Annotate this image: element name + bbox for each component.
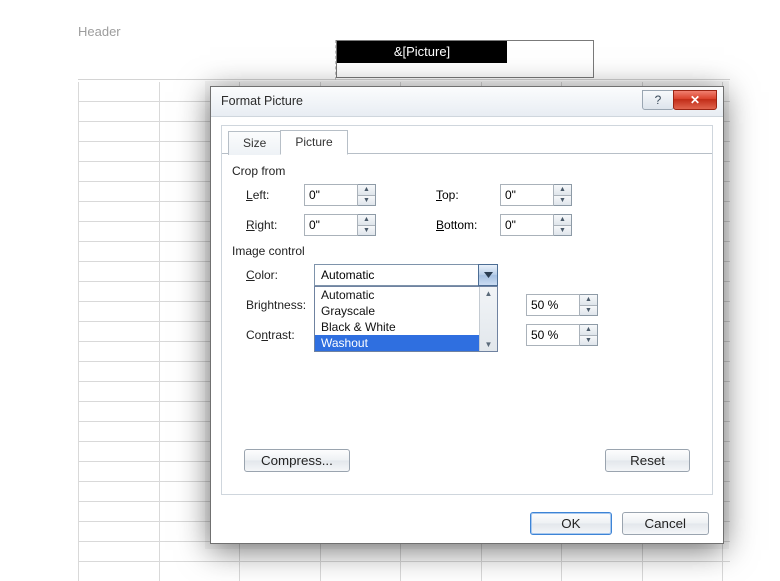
image-control-section: Image control (232, 244, 702, 258)
dialog-footer: OK Cancel (211, 503, 723, 543)
crop-left-input[interactable] (304, 184, 358, 206)
cancel-button-label: Cancel (639, 516, 693, 531)
contrast-label: Contrast: (232, 328, 314, 342)
dialog-titlebar[interactable]: Format Picture ? ✕ (211, 87, 723, 117)
crop-bottom-steppers[interactable]: ▲▼ (554, 214, 572, 236)
tab-strip: Size Picture (228, 130, 347, 154)
color-option-automatic[interactable]: Automatic (315, 287, 497, 303)
crop-top-label: Top: (436, 188, 500, 202)
brightness-steppers[interactable]: ▲▼ (580, 294, 598, 316)
crop-right-label: Right: (232, 218, 304, 232)
help-icon: ? (655, 93, 662, 107)
crop-bottom-input[interactable] (500, 214, 554, 236)
brightness-spinner[interactable]: ▲▼ (526, 294, 598, 316)
dialog-client-area: Size Picture Crop from Left: ▲▼ Top: ▲▼ (221, 125, 713, 495)
brightness-label: Brightness: (232, 298, 314, 312)
header-cell-center[interactable]: &[Picture] (336, 40, 594, 78)
tab-size-label: Size (243, 136, 266, 150)
chevron-up-icon[interactable]: ▲ (554, 215, 571, 225)
color-option-washout[interactable]: Washout (315, 335, 497, 351)
chevron-up-icon: ▲ (485, 289, 493, 298)
chevron-up-icon[interactable]: ▲ (580, 325, 597, 335)
crop-left-label: Left: (232, 188, 304, 202)
format-picture-dialog: Format Picture ? ✕ Size Picture Crop fro… (210, 86, 724, 544)
close-button[interactable]: ✕ (673, 90, 717, 110)
color-combobox[interactable]: Automatic Grayscale Black & White Washou… (314, 264, 498, 286)
crop-bottom-label: Bottom: (436, 218, 500, 232)
tab-size[interactable]: Size (228, 131, 281, 155)
compress-button-label: Compress... (261, 453, 333, 468)
ok-button[interactable]: OK (530, 512, 611, 535)
chevron-up-icon[interactable]: ▲ (580, 295, 597, 305)
close-icon: ✕ (690, 93, 700, 107)
crop-top-input[interactable] (500, 184, 554, 206)
header-cell-left[interactable] (78, 40, 336, 80)
crop-top-steppers[interactable]: ▲▼ (554, 184, 572, 206)
help-button[interactable]: ? (642, 90, 674, 110)
crop-left-spinner[interactable]: ▲▼ (304, 184, 376, 206)
color-option-grayscale[interactable]: Grayscale (315, 303, 497, 319)
contrast-input[interactable] (526, 324, 580, 346)
crop-right-input[interactable] (304, 214, 358, 236)
color-combobox-input[interactable] (314, 264, 478, 286)
header-band: &[Picture] (78, 40, 730, 80)
chevron-up-icon[interactable]: ▲ (358, 215, 375, 225)
tab-picture[interactable]: Picture (280, 130, 347, 155)
color-combobox-button[interactable] (478, 264, 498, 286)
chevron-down-icon[interactable]: ▼ (358, 195, 375, 206)
reset-button-label: Reset (622, 453, 673, 468)
chevron-down-icon (484, 272, 493, 278)
crop-from-section: Crop from (232, 164, 702, 178)
color-option-black-white[interactable]: Black & White (315, 319, 497, 335)
ok-button-label: OK (547, 516, 594, 531)
tab-picture-label: Picture (295, 135, 332, 149)
tab-picture-body: Crop from Left: ▲▼ Top: ▲▼ Right: (232, 162, 702, 484)
crop-left-steppers[interactable]: ▲▼ (358, 184, 376, 206)
chevron-down-icon[interactable]: ▼ (580, 305, 597, 316)
cancel-button[interactable]: Cancel (622, 512, 710, 535)
crop-bottom-spinner[interactable]: ▲▼ (500, 214, 572, 236)
crop-top-spinner[interactable]: ▲▼ (500, 184, 572, 206)
chevron-down-icon: ▼ (485, 340, 493, 349)
contrast-steppers[interactable]: ▲▼ (580, 324, 598, 346)
chevron-down-icon[interactable]: ▼ (580, 335, 597, 346)
crop-right-spinner[interactable]: ▲▼ (304, 214, 376, 236)
brightness-input[interactable] (526, 294, 580, 316)
contrast-spinner[interactable]: ▲▼ (526, 324, 598, 346)
chevron-down-icon[interactable]: ▼ (358, 225, 375, 236)
header-section-label: Header (78, 24, 121, 39)
dialog-title: Format Picture (221, 94, 303, 108)
reset-button[interactable]: Reset (605, 449, 690, 472)
color-label: Color: (232, 268, 314, 282)
chevron-up-icon[interactable]: ▲ (554, 185, 571, 195)
chevron-down-icon[interactable]: ▼ (554, 225, 571, 236)
compress-button[interactable]: Compress... (244, 449, 350, 472)
header-field-token: &[Picture] (337, 41, 507, 63)
crop-right-steppers[interactable]: ▲▼ (358, 214, 376, 236)
chevron-up-icon[interactable]: ▲ (358, 185, 375, 195)
color-dropdown-list[interactable]: Automatic Grayscale Black & White Washou… (314, 286, 498, 352)
chevron-down-icon[interactable]: ▼ (554, 195, 571, 206)
dropdown-scrollbar[interactable]: ▲ ▼ (479, 287, 497, 351)
